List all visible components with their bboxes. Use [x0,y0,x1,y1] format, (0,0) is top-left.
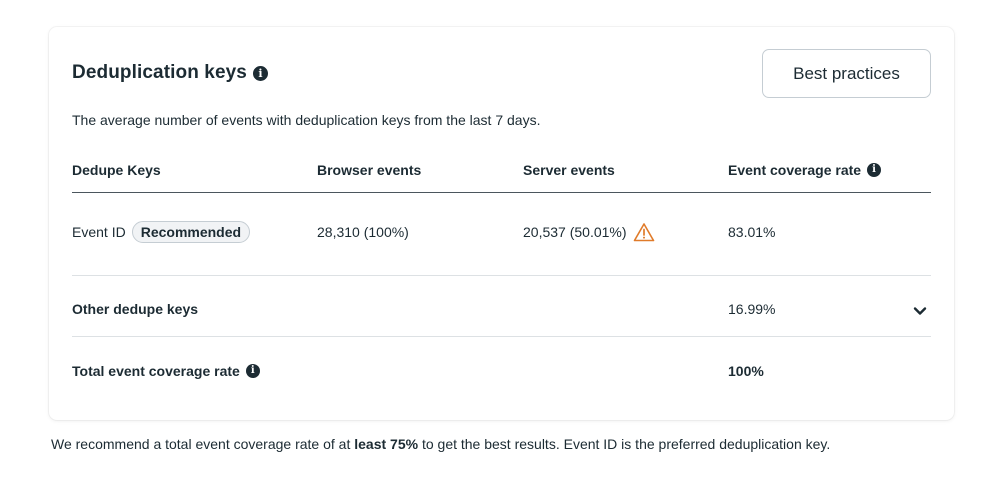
event-id-server-events: 20,537 (50.01%) [523,220,655,244]
total-coverage-label: Total event coverage rate i [72,362,260,380]
total-coverage-label-text: Total event coverage rate [72,363,240,379]
event-id-label: Event ID [72,224,126,240]
event-id-browser-events: 28,310 (100%) [317,224,409,240]
footer-text-after: to get the best results. Event ID is the… [418,436,831,452]
panel-subtitle: The average number of events with dedupl… [72,112,541,128]
row-divider [72,275,931,276]
best-practices-button[interactable]: Best practices [762,49,931,98]
footer-text-bold: least 75% [354,436,419,452]
event-id-server-value: 20,537 (50.01%) [523,224,627,240]
other-dedupe-keys-coverage: 16.99% [728,301,776,317]
recommended-badge: Recommended [131,221,251,243]
info-icon[interactable]: i [245,364,260,378]
column-header-server-events: Server events [523,162,615,178]
chevron-down-icon[interactable] [913,303,927,321]
panel-title: Deduplication keys i [72,62,268,84]
column-header-coverage-rate-label: Event coverage rate [728,162,862,178]
footer-text-before: We recommend a total event coverage rate… [51,436,355,452]
total-coverage-value: 100% [728,363,764,379]
column-header-coverage-rate: Event coverage rate i [728,161,882,179]
info-icon[interactable]: i [867,163,882,177]
info-icon[interactable]: i [252,65,268,81]
warning-icon[interactable] [633,222,655,242]
event-id-coverage-rate: 83.01% [728,224,776,240]
footer-note: We recommend a total event coverage rate… [51,435,871,454]
deduplication-keys-card: Deduplication keys i Best practices The … [49,27,954,420]
header-divider [72,192,931,193]
table-row-event-id-key: Event ID Recommended [72,220,251,244]
panel-title-text: Deduplication keys [72,62,247,83]
row-divider [72,336,931,337]
column-header-dedupe-keys: Dedupe Keys [72,162,161,178]
column-header-browser-events: Browser events [317,162,422,178]
other-dedupe-keys-label: Other dedupe keys [72,301,199,317]
